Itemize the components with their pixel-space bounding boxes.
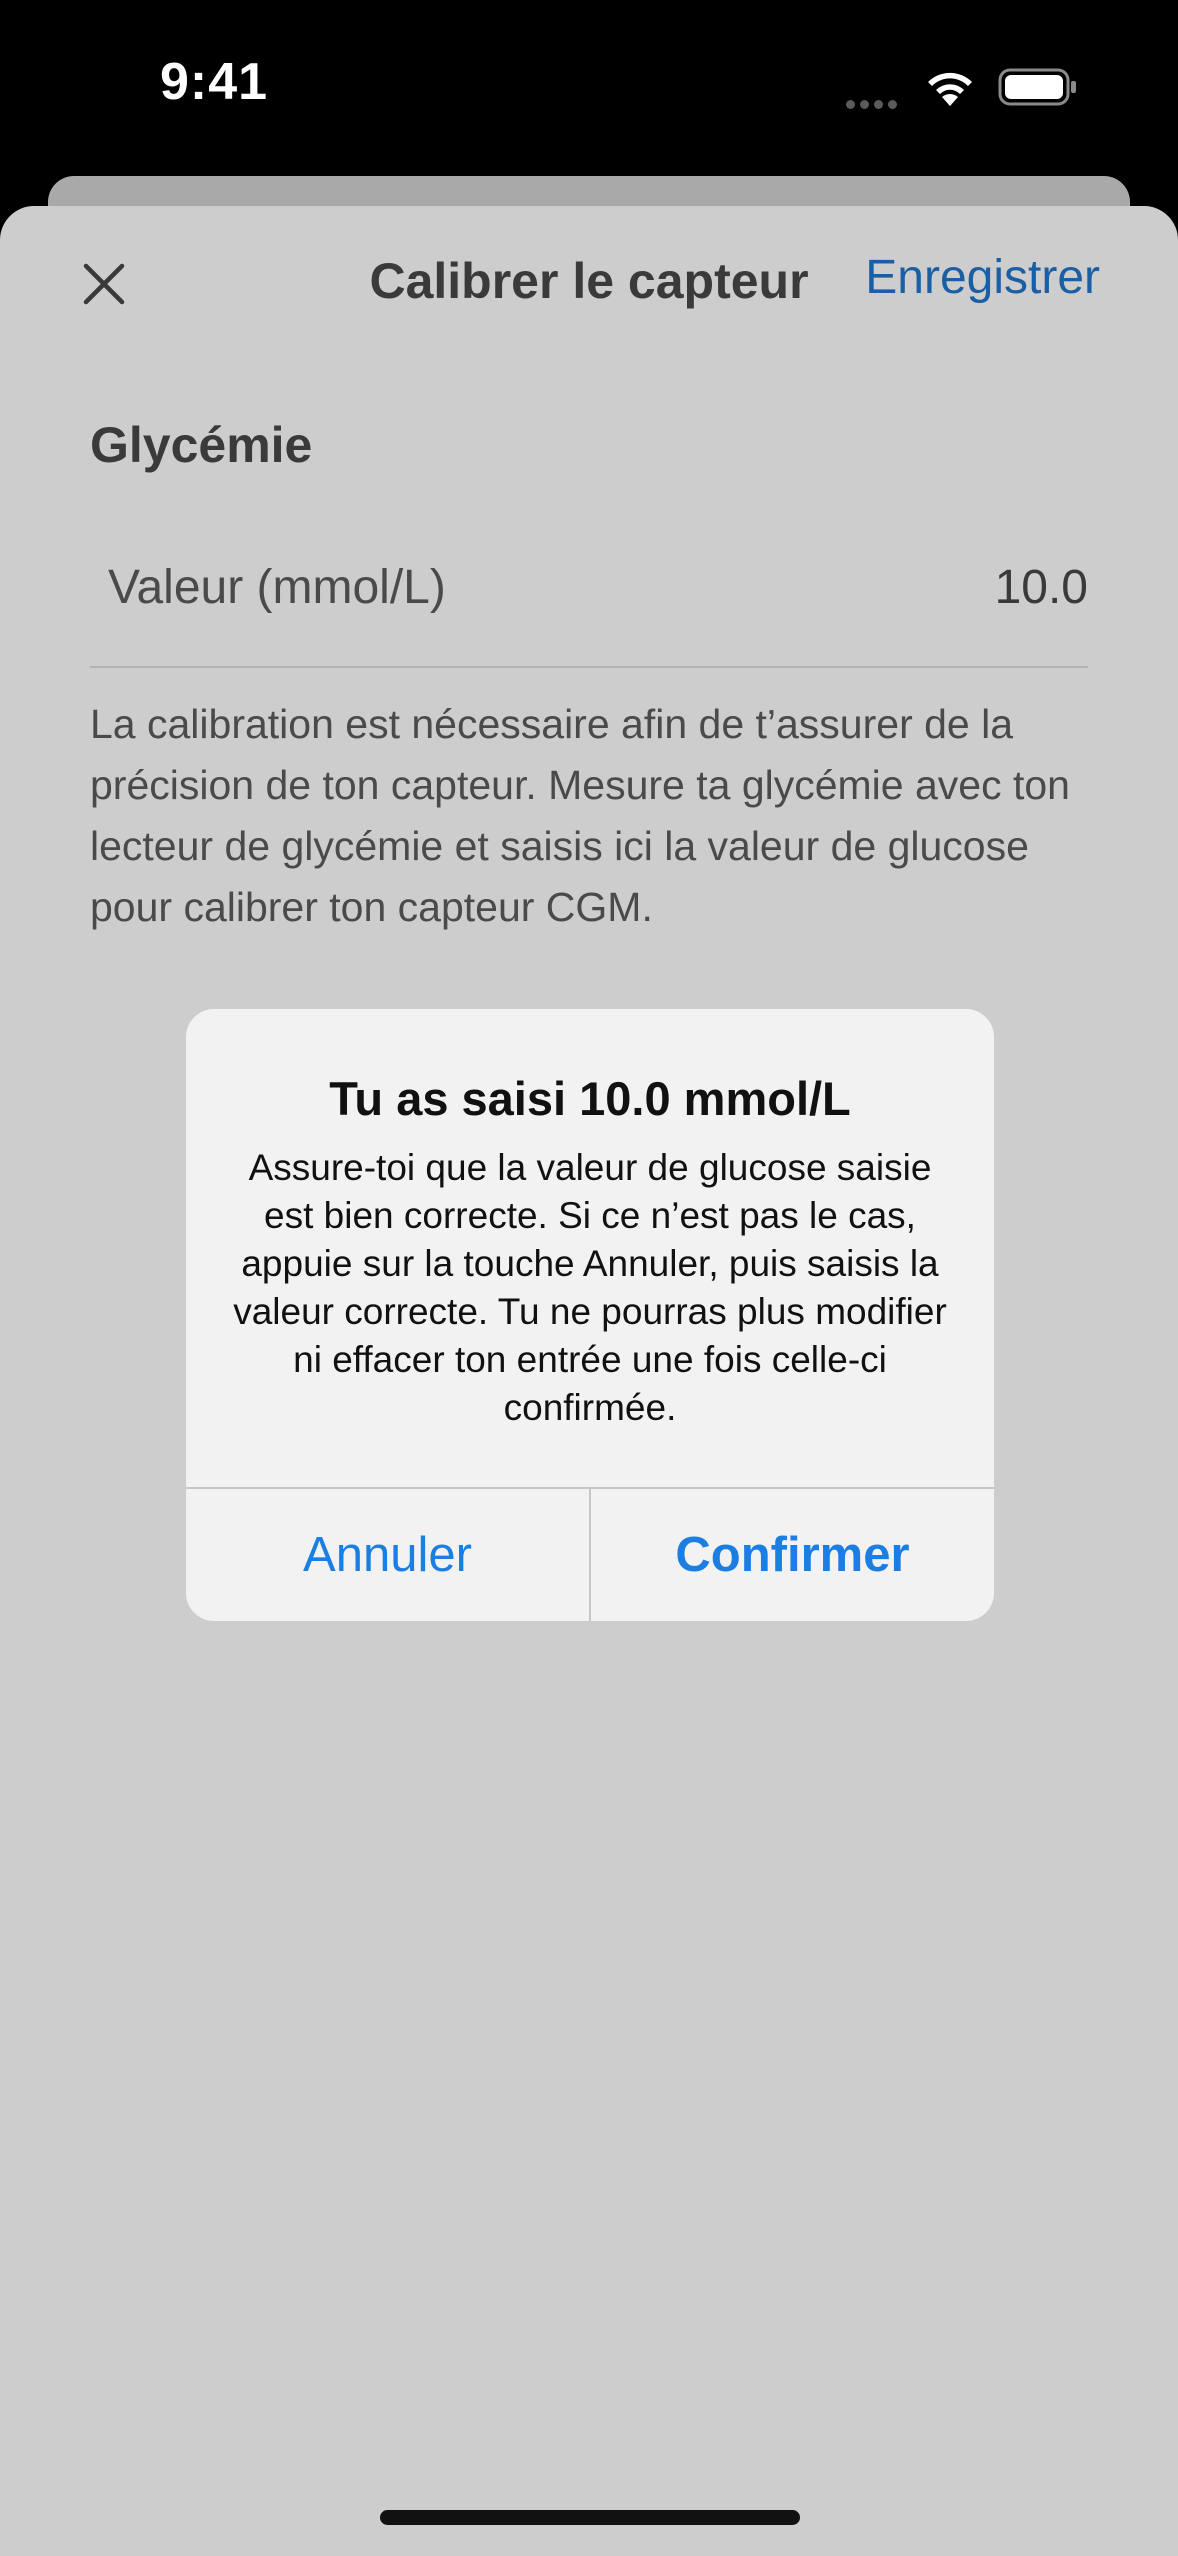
alert-title: Tu as saisi 10.0 mmol/L: [329, 1072, 851, 1125]
wifi-icon: [928, 72, 972, 106]
status-time: 9:41: [160, 53, 269, 111]
calibration-help-text: La calibration est nécessaire afin de t’…: [90, 701, 1070, 930]
cancel-button[interactable]: Annuler: [186, 1489, 589, 1621]
confirm-button[interactable]: Confirmer: [591, 1489, 994, 1621]
confirmation-alert: Tu as saisi 10.0 mmol/L Assure-toi que l…: [186, 1009, 994, 1621]
screen: 9:41 Calibrer le capteur Enregistrer Gly…: [0, 0, 1178, 2556]
status-bar: 9:41: [0, 0, 1178, 170]
alert-message: Assure-toi que la valeur de glucose sais…: [233, 1147, 947, 1428]
section-title: Glycémie: [90, 417, 313, 473]
cellular-signal-icon: [846, 96, 906, 109]
home-indicator[interactable]: [380, 2510, 800, 2525]
glucose-value-row[interactable]: Valeur (mmol/L) 10.0: [90, 526, 1088, 668]
nav-bar: Calibrer le capteur Enregistrer: [0, 206, 1178, 366]
save-button[interactable]: Enregistrer: [865, 250, 1100, 305]
battery-icon: [998, 68, 1076, 106]
glucose-value-input[interactable]: 10.0: [995, 560, 1088, 615]
value-field-label: Valeur (mmol/L): [108, 561, 446, 614]
